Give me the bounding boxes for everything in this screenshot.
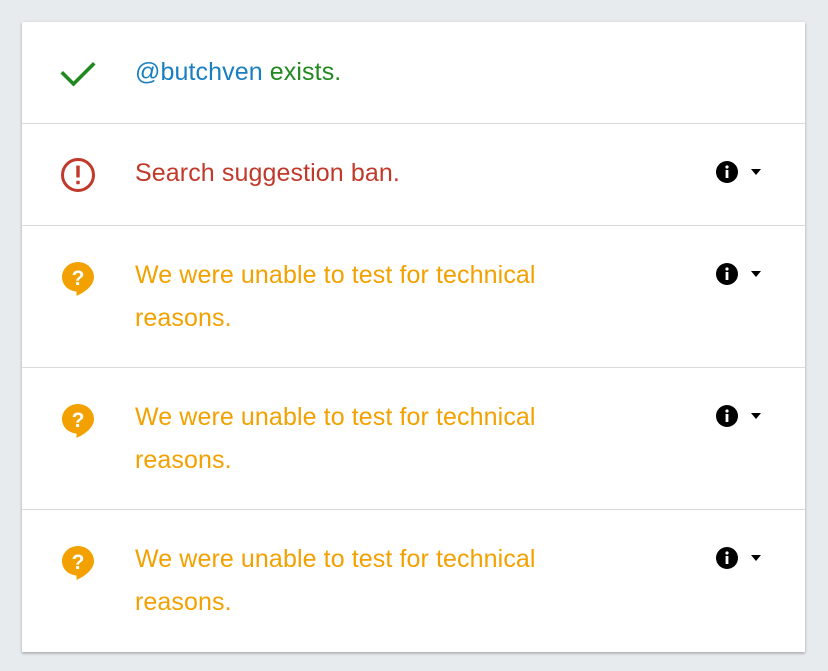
caret-down-icon[interactable] bbox=[748, 266, 764, 282]
results-card: @butchven exists. Search suggestion ban. bbox=[22, 22, 805, 652]
result-row-unable-to-test: ? We were unable to test for technical r… bbox=[22, 510, 805, 652]
svg-text:?: ? bbox=[72, 409, 85, 432]
question-bubble-icon: ? bbox=[60, 544, 96, 580]
unable-to-test-message: We were unable to test for technical rea… bbox=[135, 403, 536, 474]
unable-to-test-message: We were unable to test for technical rea… bbox=[135, 261, 536, 332]
details-toggle[interactable] bbox=[715, 404, 775, 428]
question-bubble-icon: ? bbox=[60, 260, 96, 296]
caret-down-icon[interactable] bbox=[748, 550, 764, 566]
result-row-exists: @butchven exists. bbox=[22, 22, 805, 124]
info-icon[interactable] bbox=[715, 160, 739, 184]
result-row-unable-to-test: ? We were unable to test for technical r… bbox=[22, 226, 805, 368]
result-row-search-suggestion-ban: Search suggestion ban. bbox=[22, 124, 805, 226]
info-icon[interactable] bbox=[715, 404, 739, 428]
caret-down-icon[interactable] bbox=[748, 164, 764, 180]
username-handle: @butchven bbox=[135, 58, 263, 86]
caret-down-icon[interactable] bbox=[748, 408, 764, 424]
details-toggle[interactable] bbox=[715, 262, 775, 286]
info-icon[interactable] bbox=[715, 262, 739, 286]
exists-label: exists. bbox=[262, 58, 342, 86]
svg-text:?: ? bbox=[72, 267, 85, 290]
question-bubble-icon: ? bbox=[60, 402, 96, 438]
details-toggle[interactable] bbox=[715, 546, 775, 570]
details-toggle[interactable] bbox=[715, 160, 775, 184]
checkmark-icon bbox=[60, 55, 96, 91]
unable-to-test-message: We were unable to test for technical rea… bbox=[135, 545, 536, 616]
search-suggestion-ban-message: Search suggestion ban. bbox=[135, 159, 400, 187]
info-icon[interactable] bbox=[715, 546, 739, 570]
result-row-unable-to-test: ? We were unable to test for technical r… bbox=[22, 368, 805, 510]
exists-message: @butchven exists. bbox=[135, 51, 605, 94]
exclamation-circle-icon bbox=[60, 157, 96, 193]
svg-text:?: ? bbox=[72, 551, 85, 574]
